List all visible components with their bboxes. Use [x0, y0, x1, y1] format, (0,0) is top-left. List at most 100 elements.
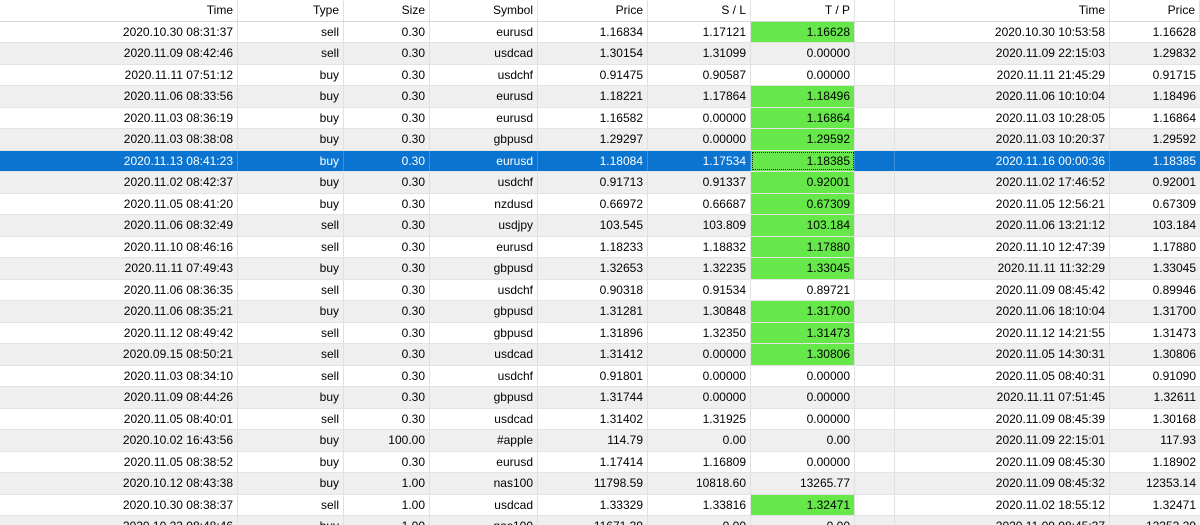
size-cell[interactable]: 1.00 [344, 473, 430, 494]
spacer-cell[interactable] [855, 258, 895, 279]
open-price-cell[interactable]: 11798.59 [538, 473, 648, 494]
take-profit-cell[interactable]: 0.89721 [751, 279, 855, 300]
size-cell[interactable]: 0.30 [344, 344, 430, 365]
close-time-cell[interactable]: 2020.11.10 12:47:39 [895, 236, 1110, 257]
close-price-cell[interactable]: 0.92001 [1110, 172, 1200, 193]
spacer-cell[interactable] [855, 473, 895, 494]
stop-loss-cell[interactable]: 1.17534 [648, 150, 751, 171]
type-cell[interactable]: sell [238, 21, 344, 42]
stop-loss-cell[interactable]: 0.00000 [648, 365, 751, 386]
open-time-cell[interactable]: 2020.09.15 08:50:21 [0, 344, 238, 365]
open-time-cell[interactable]: 2020.10.02 16:43:56 [0, 430, 238, 451]
size-cell[interactable]: 0.30 [344, 215, 430, 236]
open-time-cell[interactable]: 2020.11.11 07:49:43 [0, 258, 238, 279]
size-cell[interactable]: 0.30 [344, 365, 430, 386]
open-price-cell[interactable]: 1.31896 [538, 322, 648, 343]
column-header-stop-loss[interactable]: S / L [648, 0, 751, 21]
open-time-cell[interactable]: 2020.11.05 08:40:01 [0, 408, 238, 429]
take-profit-cell[interactable]: 103.184 [751, 215, 855, 236]
close-price-cell[interactable]: 0.89946 [1110, 280, 1200, 301]
open-price-cell[interactable]: 1.18221 [538, 86, 648, 107]
stop-loss-cell[interactable]: 1.17121 [648, 21, 751, 42]
symbol-cell[interactable]: eurusd [430, 86, 538, 107]
symbol-cell[interactable]: gbpusd [430, 322, 538, 343]
open-time-cell[interactable]: 2020.11.03 08:38:08 [0, 129, 238, 150]
spacer-cell[interactable] [855, 129, 895, 150]
take-profit-cell[interactable]: 1.31700 [751, 301, 855, 322]
stop-loss-cell[interactable]: 0.00000 [648, 107, 751, 128]
close-time-cell[interactable]: 2020.11.02 18:55:12 [895, 494, 1110, 515]
column-header-type[interactable]: Type [238, 0, 344, 21]
symbol-cell[interactable]: usdcad [430, 408, 538, 429]
spacer-cell[interactable] [855, 215, 895, 236]
close-price-cell[interactable]: 0.67309 [1110, 194, 1200, 215]
column-header-take-profit[interactable]: T / P [751, 0, 855, 21]
type-cell[interactable]: buy [238, 451, 344, 472]
take-profit-cell[interactable]: 1.17880 [751, 236, 855, 257]
spacer-cell[interactable] [855, 107, 895, 128]
stop-loss-cell[interactable]: 0.00000 [648, 387, 751, 408]
symbol-cell[interactable]: eurusd [430, 236, 538, 257]
close-price-cell[interactable]: 1.32471 [1110, 495, 1200, 516]
type-cell[interactable]: buy [238, 150, 344, 171]
stop-loss-cell[interactable]: 1.32350 [648, 322, 751, 343]
open-price-cell[interactable]: 1.16582 [538, 107, 648, 128]
close-price-cell[interactable]: 1.31473 [1110, 323, 1200, 344]
open-time-cell[interactable]: 2020.11.03 08:36:19 [0, 107, 238, 128]
take-profit-cell[interactable]: 1.18496 [751, 86, 855, 107]
type-cell[interactable]: sell [238, 43, 344, 64]
stop-loss-cell[interactable]: 1.33816 [648, 494, 751, 515]
column-header-symbol[interactable]: Symbol [430, 0, 538, 21]
symbol-cell[interactable]: nas100 [430, 473, 538, 494]
take-profit-cell[interactable]: 0.00000 [751, 387, 855, 408]
size-cell[interactable]: 0.30 [344, 301, 430, 322]
open-time-cell[interactable]: 2020.11.09 08:44:26 [0, 387, 238, 408]
open-price-cell[interactable]: 114.79 [538, 430, 648, 451]
type-cell[interactable]: buy [238, 129, 344, 150]
open-time-cell[interactable]: 2020.10.23 08:48:46 [0, 516, 238, 525]
close-time-cell[interactable]: 2020.11.09 08:45:39 [895, 408, 1110, 429]
close-time-cell[interactable]: 2020.11.05 14:30:31 [895, 344, 1110, 365]
stop-loss-cell[interactable]: 0.90587 [648, 64, 751, 85]
close-time-cell[interactable]: 2020.11.06 10:10:04 [895, 86, 1110, 107]
open-price-cell[interactable]: 11671.39 [538, 516, 648, 525]
stop-loss-cell[interactable]: 0.00000 [648, 129, 751, 150]
symbol-cell[interactable]: eurusd [430, 21, 538, 42]
stop-loss-cell[interactable]: 0.91534 [648, 279, 751, 300]
table-row[interactable]: 2020.11.05 08:40:01 sell 0.30 usdcad 1.31402… [0, 408, 1200, 430]
size-cell[interactable]: 0.30 [344, 86, 430, 107]
take-profit-cell[interactable]: 0.00000 [751, 408, 855, 429]
open-time-cell[interactable]: 2020.10.30 08:31:37 [0, 21, 238, 42]
size-cell[interactable]: 0.30 [344, 408, 430, 429]
close-time-cell[interactable]: 2020.11.03 10:20:37 [895, 129, 1110, 150]
open-price-cell[interactable]: 1.17414 [538, 451, 648, 472]
column-header-spacer[interactable] [855, 0, 895, 21]
stop-loss-cell[interactable]: 0.91337 [648, 172, 751, 193]
take-profit-cell[interactable]: 0.00000 [751, 365, 855, 386]
close-time-cell[interactable]: 2020.10.30 10:53:58 [895, 21, 1110, 42]
close-time-cell[interactable]: 2020.11.03 10:28:05 [895, 107, 1110, 128]
size-cell[interactable]: 0.30 [344, 129, 430, 150]
spacer-cell[interactable] [855, 322, 895, 343]
open-time-cell[interactable]: 2020.11.06 08:32:49 [0, 215, 238, 236]
close-price-cell[interactable]: 1.18385 [1110, 151, 1200, 172]
type-cell[interactable]: sell [238, 279, 344, 300]
open-time-cell[interactable]: 2020.11.11 07:51:12 [0, 64, 238, 85]
symbol-cell[interactable]: usdchf [430, 172, 538, 193]
table-row[interactable]: 2020.11.06 08:33:56 buy 0.30 eurusd 1.18221 1… [0, 86, 1200, 108]
type-cell[interactable]: buy [238, 193, 344, 214]
symbol-cell[interactable]: eurusd [430, 150, 538, 171]
take-profit-cell[interactable]: 1.29592 [751, 129, 855, 150]
symbol-cell[interactable]: usdcad [430, 43, 538, 64]
close-time-cell[interactable]: 2020.11.11 07:51:45 [895, 387, 1110, 408]
type-cell[interactable]: buy [238, 107, 344, 128]
type-cell[interactable]: sell [238, 322, 344, 343]
take-profit-cell[interactable]: 1.32471 [751, 494, 855, 515]
spacer-cell[interactable] [855, 64, 895, 85]
take-profit-cell[interactable]: 0.00000 [751, 64, 855, 85]
stop-loss-cell[interactable]: 0.00 [648, 516, 751, 525]
close-time-cell[interactable]: 2020.11.06 13:21:12 [895, 215, 1110, 236]
spacer-cell[interactable] [855, 408, 895, 429]
close-price-cell[interactable]: 1.33045 [1110, 258, 1200, 279]
symbol-cell[interactable]: gbpusd [430, 258, 538, 279]
